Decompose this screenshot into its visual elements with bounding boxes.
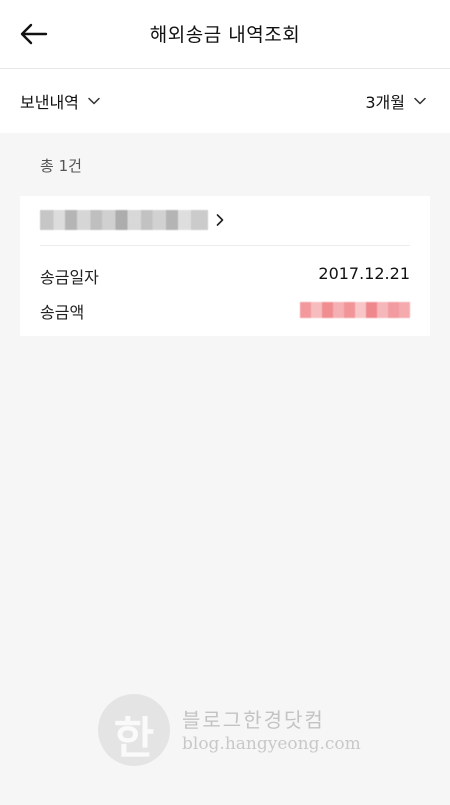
chevron-right-icon <box>216 214 224 226</box>
watermark-glyph: 한 <box>113 713 155 764</box>
transfer-date-row: 송금일자 2017.12.21 <box>40 264 410 287</box>
result-count: 총 1건 <box>40 157 82 175</box>
recipient-link[interactable] <box>40 207 410 233</box>
transfer-date-label: 송금일자 <box>40 268 99 287</box>
watermark: 한 블로그한경닷컴 blog.hangyeong.com <box>98 694 361 766</box>
period-filter-dropdown[interactable]: 3개월 <box>365 89 426 113</box>
recipient-name-redacted <box>40 210 208 230</box>
card-divider <box>40 245 410 246</box>
transfer-card: 송금일자 2017.12.21 송금액 <box>20 196 430 336</box>
transfer-amount-row: 송금액 <box>40 299 410 322</box>
type-filter-dropdown[interactable]: 보낸내역 <box>20 89 100 113</box>
chevron-down-icon <box>88 97 100 105</box>
app-header: 해외송금 내역조회 <box>0 0 450 69</box>
page-title: 해외송금 내역조회 <box>149 24 301 46</box>
watermark-url: blog.hangyeong.com <box>182 734 361 754</box>
screen: 해외송금 내역조회 보낸내역 3개월 총 1건 송금일자 2017.12.21 <box>0 0 450 805</box>
type-filter-label: 보낸내역 <box>20 93 79 112</box>
watermark-title: 블로그한경닷컴 <box>182 708 325 732</box>
filter-bar: 보낸내역 3개월 <box>0 69 450 133</box>
transfer-date-value: 2017.12.21 <box>318 264 410 283</box>
transfer-amount-redacted <box>300 302 410 318</box>
transfer-amount-label: 송금액 <box>40 303 85 322</box>
chevron-down-icon <box>414 97 426 105</box>
period-filter-label: 3개월 <box>365 93 405 112</box>
